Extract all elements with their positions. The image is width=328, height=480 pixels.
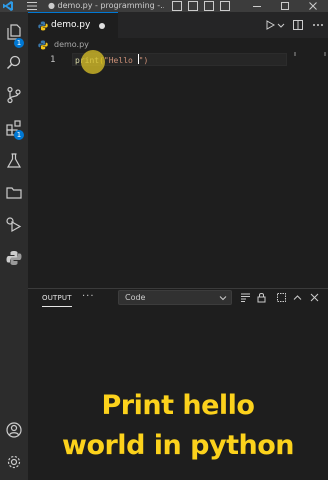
overview-ruler-mark <box>294 52 296 56</box>
title-bar: ● demo.py - programming -... <box>0 0 328 12</box>
source-control-button[interactable] <box>4 85 24 105</box>
breadcrumb-file[interactable]: demo.py <box>54 39 89 51</box>
tab-output[interactable]: OUTPUT <box>42 293 72 307</box>
explorer-badge: 1 <box>14 38 24 48</box>
testing-button[interactable] <box>4 151 24 171</box>
close-window-icon[interactable] <box>308 0 318 12</box>
accounts-button[interactable] <box>4 420 24 440</box>
lock-scroll-icon[interactable] <box>256 292 267 303</box>
manage-button[interactable] <box>4 452 24 472</box>
remote-explorer-button[interactable] <box>4 183 24 203</box>
toggle-sidebar-icon[interactable] <box>172 1 182 11</box>
panel-layout-icon[interactable] <box>276 292 287 303</box>
output-channel-select[interactable]: Code <box>118 290 232 305</box>
split-editor-icon[interactable] <box>292 19 304 31</box>
search-icon <box>6 55 21 70</box>
folder-icon <box>6 187 22 199</box>
search-button[interactable] <box>4 53 24 73</box>
python-file-icon <box>38 21 48 31</box>
editor-tabs-bar: demo.py <box>28 12 328 38</box>
run-debug-button[interactable] <box>4 215 24 235</box>
code-string: "Hello <box>103 56 138 65</box>
output-channel-value: Code <box>125 293 146 302</box>
run-debug-icon <box>6 217 22 233</box>
caption-line-2: world in python <box>62 430 295 461</box>
overview-ruler-mark <box>324 52 326 56</box>
tab-demo-py[interactable]: demo.py <box>28 12 118 38</box>
more-actions-icon[interactable] <box>312 19 324 31</box>
line-number: 1 <box>50 55 56 65</box>
source-control-icon <box>7 86 21 104</box>
customize-layout-icon[interactable] <box>220 1 230 11</box>
code-editor[interactable]: 1 print("Hello ") <box>28 50 328 288</box>
code-string-end: ") <box>138 56 149 65</box>
caption-line-1: Print hello <box>101 390 255 421</box>
close-panel-icon[interactable] <box>309 292 320 303</box>
hamburger-menu-icon[interactable] <box>26 1 38 11</box>
chevron-down-icon <box>219 296 227 301</box>
mouse-pointer-highlight <box>81 50 105 74</box>
maximize-icon[interactable] <box>280 0 290 12</box>
window-title: ● demo.py - programming -... <box>48 1 164 10</box>
activity-bar: 1 1 <box>0 12 28 480</box>
toggle-panel-icon[interactable] <box>188 1 198 11</box>
run-options-chevron-icon[interactable] <box>275 19 287 31</box>
panel-more-button[interactable]: ··· <box>82 290 95 304</box>
vscode-logo-icon[interactable] <box>2 0 14 12</box>
clear-output-icon[interactable] <box>240 292 251 303</box>
python-icon <box>6 251 22 265</box>
python-file-icon <box>38 40 48 50</box>
maximize-panel-icon[interactable] <box>292 292 303 303</box>
flask-icon <box>6 153 22 168</box>
toggle-secondary-sidebar-icon[interactable] <box>204 1 214 11</box>
tab-label: demo.py <box>51 20 91 30</box>
extensions-badge: 1 <box>14 130 24 140</box>
python-button[interactable] <box>4 248 24 268</box>
minimize-icon[interactable] <box>252 0 262 12</box>
account-icon <box>6 422 22 438</box>
unsaved-indicator[interactable] <box>99 23 105 29</box>
gear-icon <box>7 455 21 469</box>
